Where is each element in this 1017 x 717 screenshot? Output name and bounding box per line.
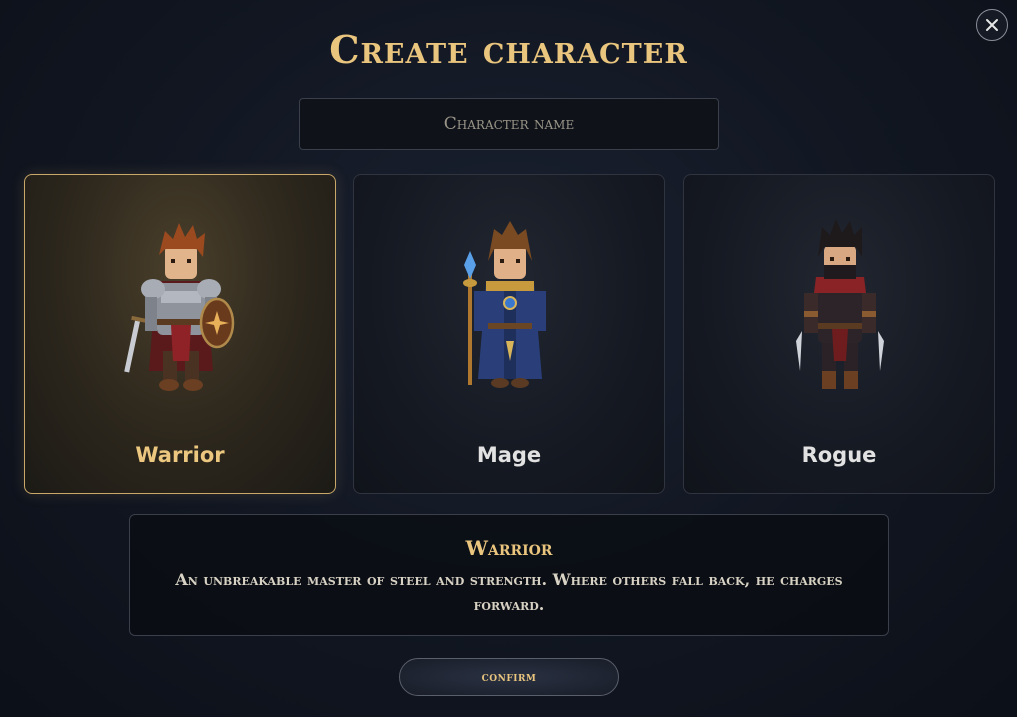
class-description-panel: Warrior An unbreakable master of steel a… <box>129 514 889 636</box>
page-title: Create character <box>329 27 688 72</box>
class-label-rogue: Rogue <box>801 443 877 467</box>
class-card-rogue[interactable]: Rogue <box>683 174 995 494</box>
rogue-sprite <box>796 219 884 389</box>
class-label-warrior: Warrior <box>135 443 225 467</box>
description-text: An unbreakable master of steel and stren… <box>175 570 843 614</box>
description-title: Warrior <box>465 536 553 560</box>
class-card-mage[interactable]: Mage <box>353 174 665 494</box>
class-card-warrior[interactable]: Warrior <box>24 174 336 494</box>
character-name-input[interactable] <box>299 98 719 150</box>
confirm-button[interactable]: confirm <box>399 658 619 696</box>
warrior-sprite <box>124 223 235 391</box>
class-label-mage: Mage <box>476 443 542 467</box>
mage-sprite <box>463 221 546 388</box>
